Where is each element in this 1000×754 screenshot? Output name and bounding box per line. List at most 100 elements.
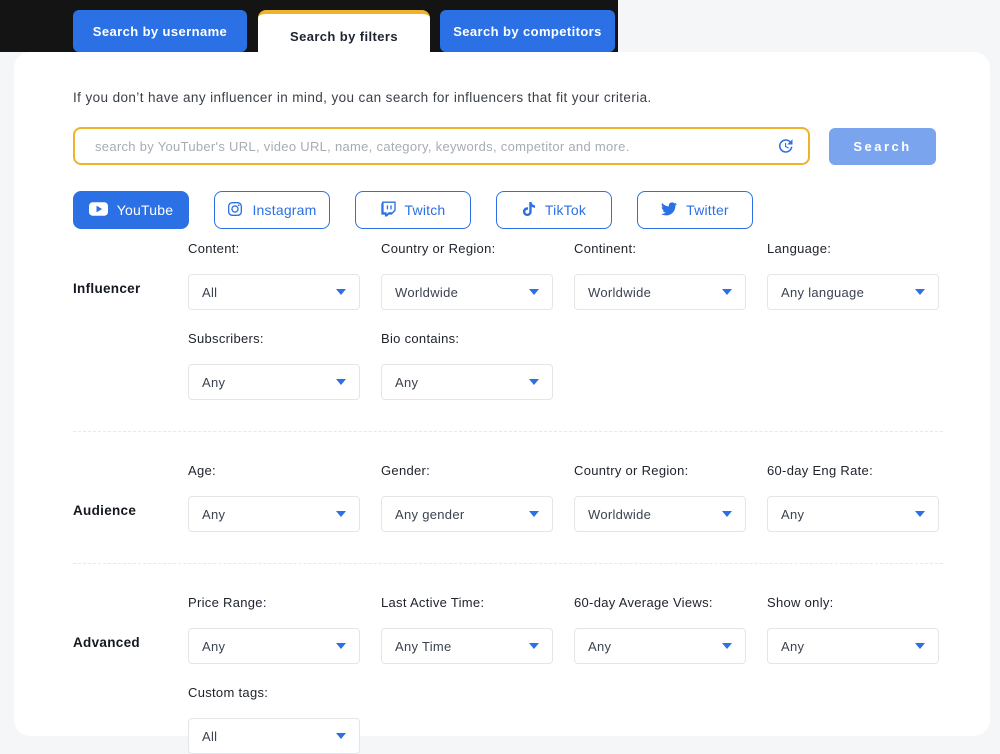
caret-down-icon bbox=[529, 379, 539, 385]
dropdown-value: Worldwide bbox=[395, 284, 459, 300]
filter-bio-contains: Bio contains: Any bbox=[381, 331, 553, 400]
platform-label: TikTok bbox=[544, 202, 587, 218]
dropdown-value: Any language bbox=[781, 284, 865, 300]
language-dropdown[interactable]: Any language bbox=[767, 274, 939, 310]
dropdown-value: Any bbox=[202, 638, 226, 654]
platform-youtube-button[interactable]: YouTube bbox=[73, 191, 189, 229]
history-icon bbox=[776, 139, 794, 158]
caret-down-icon bbox=[529, 643, 539, 649]
twitch-icon bbox=[380, 201, 396, 220]
eng-rate-dropdown[interactable]: Any bbox=[767, 496, 939, 532]
search-input[interactable] bbox=[73, 127, 810, 165]
subscribers-dropdown[interactable]: Any bbox=[188, 364, 360, 400]
continent-dropdown[interactable]: Worldwide bbox=[574, 274, 746, 310]
caret-down-icon bbox=[336, 733, 346, 739]
country-region-dropdown[interactable]: Worldwide bbox=[381, 274, 553, 310]
section-advanced: Advanced Price Range: Any Last Active Ti… bbox=[73, 563, 943, 754]
platform-twitch-button[interactable]: Twitch bbox=[355, 191, 471, 229]
filter-label: 60-day Average Views: bbox=[574, 595, 713, 610]
filter-sections: Influencer Content: All Country or Regio… bbox=[73, 241, 943, 754]
dropdown-value: Any bbox=[202, 374, 226, 390]
filter-label: Bio contains: bbox=[381, 331, 460, 346]
caret-down-icon bbox=[915, 643, 925, 649]
caret-down-icon bbox=[336, 511, 346, 517]
dropdown-value: Worldwide bbox=[588, 506, 652, 522]
filter-avg-views: 60-day Average Views: Any bbox=[574, 595, 746, 664]
section-audience: Audience Age: Any Gender: Any gender Cou… bbox=[73, 431, 943, 532]
filter-gender: Gender: Any gender bbox=[381, 463, 553, 532]
filter-label: Price Range: bbox=[188, 595, 267, 610]
platform-twitter-button[interactable]: Twitter bbox=[637, 191, 753, 229]
filter-content: Content: All bbox=[188, 241, 360, 310]
platform-label: Twitch bbox=[404, 202, 446, 218]
tab-search-by-filters[interactable]: Search by filters bbox=[258, 10, 430, 58]
platform-label: Instagram bbox=[252, 202, 317, 218]
youtube-play-icon bbox=[88, 201, 108, 219]
caret-down-icon bbox=[529, 511, 539, 517]
filter-label: Age: bbox=[188, 463, 216, 478]
filter-custom-tags: Custom tags: All bbox=[188, 685, 360, 754]
filter-last-active: Last Active Time: Any Time bbox=[381, 595, 553, 664]
filter-label: Country or Region: bbox=[381, 241, 496, 256]
content-dropdown[interactable]: All bbox=[188, 274, 360, 310]
caret-down-icon bbox=[915, 289, 925, 295]
section-title-audience: Audience bbox=[73, 503, 137, 518]
tab-search-by-competitors[interactable]: Search by competitors bbox=[440, 10, 615, 52]
audience-country-dropdown[interactable]: Worldwide bbox=[574, 496, 746, 532]
filter-continent: Continent: Worldwide bbox=[574, 241, 746, 310]
platform-instagram-button[interactable]: Instagram bbox=[214, 191, 330, 229]
last-active-dropdown[interactable]: Any Time bbox=[381, 628, 553, 664]
filter-label: Show only: bbox=[767, 595, 834, 610]
filter-subscribers: Subscribers: Any bbox=[188, 331, 360, 400]
search-history-button[interactable] bbox=[776, 137, 794, 155]
filter-show-only: Show only: Any bbox=[767, 595, 939, 664]
age-dropdown[interactable]: Any bbox=[188, 496, 360, 532]
instagram-icon bbox=[227, 201, 243, 220]
price-range-dropdown[interactable]: Any bbox=[188, 628, 360, 664]
caret-down-icon bbox=[336, 643, 346, 649]
filter-label: Subscribers: bbox=[188, 331, 264, 346]
filter-label: Language: bbox=[767, 241, 832, 256]
filter-label: Gender: bbox=[381, 463, 431, 478]
avg-views-dropdown[interactable]: Any bbox=[574, 628, 746, 664]
platform-buttons: YouTube Instagram Twitch TikTok Twitter bbox=[73, 191, 943, 229]
search-box bbox=[73, 127, 810, 165]
caret-down-icon bbox=[722, 643, 732, 649]
filter-label: Continent: bbox=[574, 241, 637, 256]
platform-label: Twitter bbox=[686, 202, 729, 218]
dropdown-value: Any bbox=[781, 638, 805, 654]
show-only-dropdown[interactable]: Any bbox=[767, 628, 939, 664]
dropdown-value: Any bbox=[588, 638, 612, 654]
search-button[interactable]: Search bbox=[829, 127, 936, 165]
section-title-influencer: Influencer bbox=[73, 281, 141, 296]
caret-down-icon bbox=[336, 289, 346, 295]
dropdown-value: Any bbox=[781, 506, 805, 522]
dropdown-value: Worldwide bbox=[588, 284, 652, 300]
dropdown-value: Any gender bbox=[395, 506, 465, 522]
dropdown-value: Any bbox=[395, 374, 419, 390]
filter-audience-country: Country or Region: Worldwide bbox=[574, 463, 746, 532]
caret-down-icon bbox=[336, 379, 346, 385]
dropdown-value: All bbox=[202, 284, 218, 300]
filter-label: Content: bbox=[188, 241, 240, 256]
dropdown-value: All bbox=[202, 728, 218, 744]
intro-text: If you don’t have any influencer in mind… bbox=[73, 90, 652, 105]
filter-age: Age: Any bbox=[188, 463, 360, 532]
filters-panel: If you don’t have any influencer in mind… bbox=[14, 52, 990, 754]
filter-label: 60-day Eng Rate: bbox=[767, 463, 873, 478]
caret-down-icon bbox=[529, 289, 539, 295]
filter-language: Language: Any language bbox=[767, 241, 939, 310]
filter-country-region: Country or Region: Worldwide bbox=[381, 241, 553, 310]
tiktok-note-icon bbox=[522, 201, 536, 220]
caret-down-icon bbox=[722, 511, 732, 517]
bio-contains-dropdown[interactable]: Any bbox=[381, 364, 553, 400]
tab-search-by-username[interactable]: Search by username bbox=[73, 10, 247, 52]
dropdown-value: Any Time bbox=[395, 638, 452, 654]
section-influencer: Influencer Content: All Country or Regio… bbox=[73, 241, 943, 400]
caret-down-icon bbox=[722, 289, 732, 295]
platform-tiktok-button[interactable]: TikTok bbox=[496, 191, 612, 229]
twitter-bird-icon bbox=[661, 201, 678, 219]
gender-dropdown[interactable]: Any gender bbox=[381, 496, 553, 532]
filter-label: Last Active Time: bbox=[381, 595, 485, 610]
search-row: Search bbox=[73, 127, 943, 165]
